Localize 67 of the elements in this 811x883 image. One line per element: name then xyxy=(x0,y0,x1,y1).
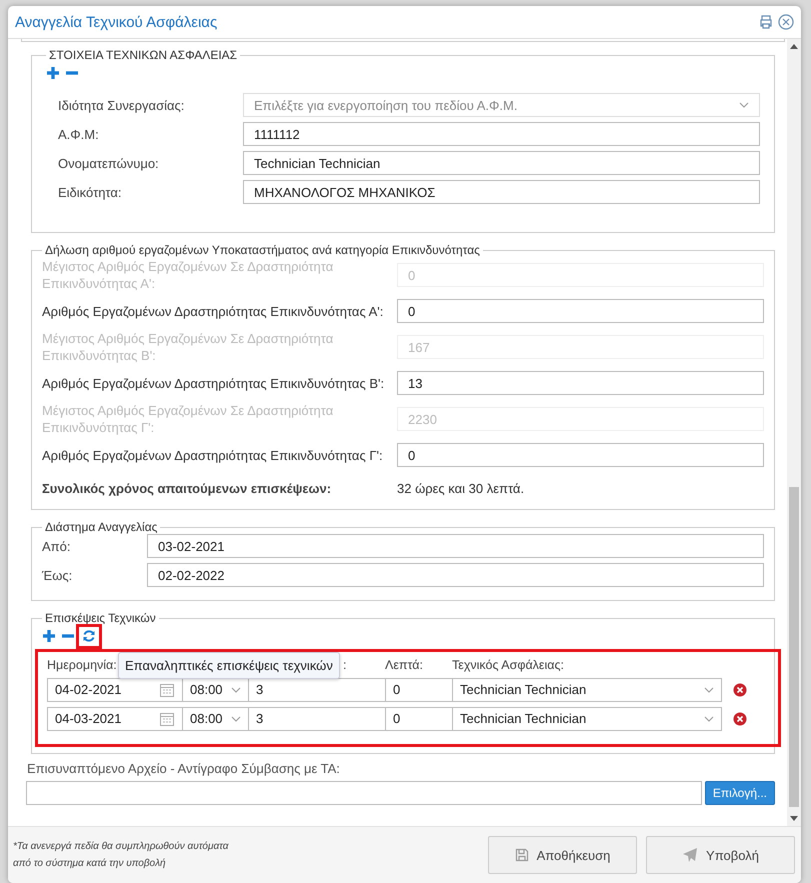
field-label: Από: xyxy=(42,538,72,554)
total-value: 32 ώρες και 30 λεπτά. xyxy=(397,480,524,496)
calendar-icon[interactable] xyxy=(159,710,175,726)
field-label: Επισυναπτόμενο Αρχείο - Αντίγραφο Σύμβασης με ΤΑ: xyxy=(27,761,341,776)
field-label: Α.Φ.Μ: xyxy=(57,126,100,142)
text-field[interactable]: 1111112 xyxy=(243,122,760,146)
date-field[interactable]: 04-03-2021 xyxy=(47,706,183,730)
field-label: Ιδιότητα Συνεργασίας: xyxy=(57,98,186,112)
date-field[interactable]: 02-02-2022 xyxy=(147,563,764,587)
field-label: Μέγιστος Αριθμός Εργαζομένων Σε Δραστηριότητα Επικινδυνότητας Β': xyxy=(42,330,334,364)
scrollbar[interactable] xyxy=(787,39,801,826)
column-header: Λεπτά: xyxy=(385,658,424,672)
footer-note: από το σύστημα κατά την υποβολή xyxy=(13,858,167,869)
field-label: Αριθμός Εργαζομένων Δραστηριότητας Επικινδυνότητας Γ': xyxy=(42,446,384,464)
date-field[interactable]: 04-02-2021 xyxy=(47,678,183,702)
section-legend: Επισκέψεις Τεχνικών xyxy=(42,611,159,625)
scroll-down-icon[interactable] xyxy=(790,816,798,821)
submit-button[interactable]: Υποβολή xyxy=(646,836,795,874)
field-label: Ονοματεπώνυμο: xyxy=(57,156,160,170)
chevron-icon xyxy=(704,686,714,692)
file-field[interactable] xyxy=(26,781,702,805)
footer-note: *Τα ανενεργά πεδία θα συμπληρωθούν αυτόματα xyxy=(13,841,230,852)
chevron-icon xyxy=(704,716,714,722)
technician-select[interactable]: Technician Technician xyxy=(452,706,722,730)
date-field[interactable]: 03-02-2021 xyxy=(147,534,764,558)
scroll-up-icon[interactable] xyxy=(790,44,798,49)
number-field[interactable]: 0 xyxy=(397,299,764,323)
plus-icon[interactable] xyxy=(42,629,56,643)
column-header: Τεχνικός Ασφάλειας: xyxy=(452,658,564,672)
total-label: Συνολικός χρόνος απαιτούμενων επισκέψεων: xyxy=(42,480,332,496)
save-button[interactable]: Αποθήκευση xyxy=(488,836,637,874)
field-label: Έως: xyxy=(42,568,74,582)
paper-plane-icon xyxy=(682,847,698,863)
chevron-icon xyxy=(231,716,241,722)
calendar-icon[interactable] xyxy=(159,682,175,698)
window-title: Αναγγελία Τεχνικού Ασφάλειας xyxy=(15,14,218,30)
field-label: Αριθμός Εργαζομένων Δραστηριότητας Επικινδυνότητας Β': xyxy=(42,374,386,392)
hours-field[interactable]: 3 xyxy=(248,678,386,702)
select-field[interactable]: Επιλέξτε για ενεργοποίηση του πεδίου Α.Φ.Μ. xyxy=(243,93,760,117)
chevron-icon xyxy=(231,686,241,692)
number-field[interactable]: 13 xyxy=(397,371,764,395)
text-field[interactable]: ΜΗΧΑΝΟΛΟΓΟΣ ΜΗΧΑΝΙΚΟΣ xyxy=(243,180,760,204)
technician-select[interactable]: Technician Technician xyxy=(452,678,722,702)
column-header: : xyxy=(343,658,346,672)
text-field[interactable]: Technician Technician xyxy=(243,151,760,175)
close-icon[interactable] xyxy=(778,14,794,30)
field-label: Μέγιστος Αριθμός Εργαζομένων Σε Δραστηριότητα Επικινδυνότητας Γ': xyxy=(42,402,334,436)
chevron-icon xyxy=(739,102,749,108)
field-label: Ειδικότητα: xyxy=(57,184,123,200)
field-label: Μέγιστος Αριθμός Εργαζομένων Σε Δραστηριότητα Επικινδυνότητας Α': xyxy=(42,258,334,292)
minutes-field[interactable]: 0 xyxy=(385,678,453,702)
number-field[interactable]: 0 xyxy=(397,443,764,467)
delete-icon[interactable] xyxy=(733,712,747,726)
minutes-field[interactable]: 0 xyxy=(385,706,453,730)
section-legend: ΣΤΟΙΧΕΙΑ ΤΕΧΝΙΚΩΝ ΑΣΦΑΛΕΙΑΣ xyxy=(46,48,240,62)
column-header: Ημερομηνία: xyxy=(47,658,117,672)
section-legend: Διάστημα Αναγγελίας xyxy=(42,520,160,534)
section-legend: Δήλωση αριθμού εργαζομένων Υποκαταστήματος ανά κατηγορία Επικινδυνότητας xyxy=(42,243,483,257)
plus-icon[interactable] xyxy=(46,66,60,80)
time-select[interactable]: 08:00 xyxy=(182,706,249,730)
delete-icon[interactable] xyxy=(733,682,747,696)
hours-field[interactable]: 3 xyxy=(248,706,386,730)
tooltip: Επαναληπτικές επισκέψεις τεχνικών xyxy=(118,652,340,679)
refresh-icon[interactable] xyxy=(82,629,96,643)
print-icon[interactable] xyxy=(758,14,774,30)
field-label: Αριθμός Εργαζομένων Δραστηριότητας Επικινδυνότητας Α': xyxy=(42,302,384,320)
choose-file-button[interactable]: Επιλογή... xyxy=(704,781,775,805)
